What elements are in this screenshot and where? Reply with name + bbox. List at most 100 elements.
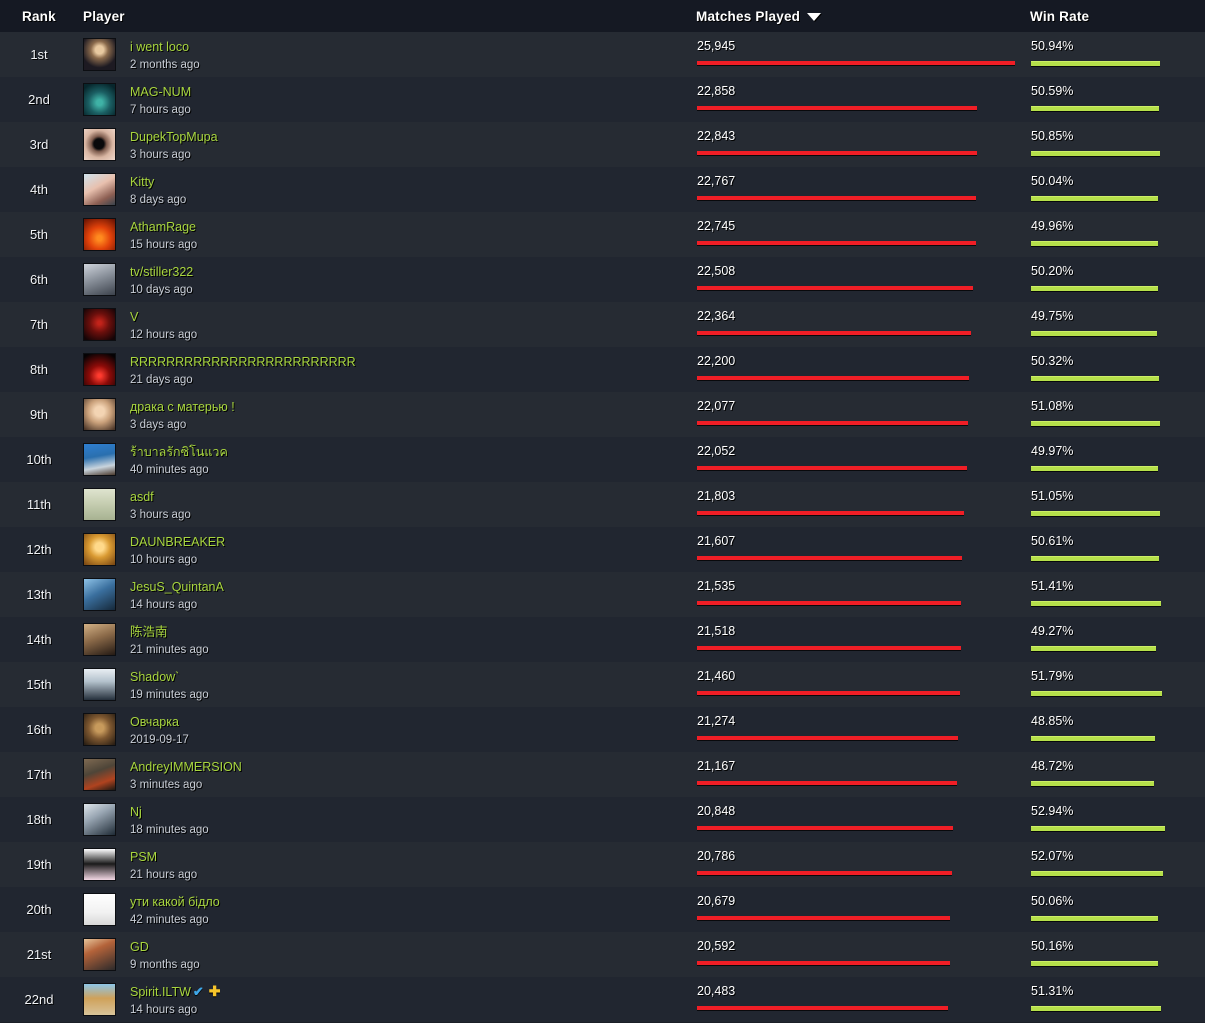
win-rate-value: 50.04% (1031, 174, 1074, 188)
player-name-link[interactable]: ร้าบาลรักซิโนแวค (130, 446, 228, 459)
player-name-link[interactable]: MAG-NUM (130, 86, 191, 99)
player-cell: V 12 hours ago (130, 309, 197, 342)
table-row[interactable]: 1st i went loco 2 months ago 25,945 50.94% (0, 32, 1205, 77)
avatar-draka[interactable] (83, 398, 116, 431)
player-name-link[interactable]: Овчарка (130, 716, 179, 729)
table-row[interactable]: 13th JesuS_QuintanA 14 hours ago 21,535 51.4… (0, 572, 1205, 617)
table-row[interactable]: 16th Овчарка 2019-09-17 21,274 48.85% (0, 707, 1205, 752)
player-name-link[interactable]: Kitty (130, 176, 154, 189)
table-row[interactable]: 4th Kitty 8 days ago 22,767 50.04% (0, 167, 1205, 212)
table-row[interactable]: 12th DAUNBREAKER 10 hours ago 21,607 50.61% (0, 527, 1205, 572)
table-row[interactable]: 5th AthamRage 15 hours ago 22,745 49.96% (0, 212, 1205, 257)
table-row[interactable]: 18th Nj 18 minutes ago 20,848 52.94% (0, 797, 1205, 842)
win-rate-bar-track (1031, 195, 1171, 201)
win-rate-cell: 50.06% (1031, 894, 1171, 921)
avatar-kitty[interactable] (83, 173, 116, 206)
matches-played-value: 21,274 (697, 714, 736, 728)
player-name-link[interactable]: tv/stiller322 (130, 266, 193, 279)
rank-cell: 1st (30, 47, 48, 62)
avatar-image (84, 219, 115, 250)
rank-cell: 7th (29, 317, 49, 332)
player-name-link[interactable]: JesuS_QuintanA (130, 581, 224, 594)
table-row[interactable]: 15th Shadow` 19 minutes ago 21,460 51.79% (0, 662, 1205, 707)
avatar-dupektopmupa[interactable] (83, 128, 116, 161)
table-row[interactable]: 9th драка с матерью ! 3 days ago 22,077 51.0… (0, 392, 1205, 437)
column-header-player[interactable]: Player (83, 9, 125, 24)
player-name-link[interactable]: DupekTopMupa (130, 131, 218, 144)
player-name-link[interactable]: AthamRage (130, 221, 196, 234)
table-row[interactable]: 2nd MAG-NUM 7 hours ago 22,858 50.59% (0, 77, 1205, 122)
rank-cell: 3rd (29, 137, 49, 152)
avatar-i-went-loco[interactable] (83, 38, 116, 71)
win-rate-value: 52.07% (1031, 849, 1074, 863)
table-row[interactable]: 22nd Spirit.ILTW ✔ ✚ 14 hours ago 20,483 51.31… (0, 977, 1205, 1022)
table-row[interactable]: 7th V 12 hours ago 22,364 49.75% (0, 302, 1205, 347)
last-seen-text: 15 hours ago (130, 239, 198, 251)
avatar-rrrr[interactable] (83, 353, 116, 386)
table-row[interactable]: 20th ути какой бідло 42 minutes ago 20,679 5… (0, 887, 1205, 932)
avatar-image (84, 264, 115, 295)
column-header-matches-played[interactable]: Matches Played (696, 9, 822, 24)
matches-played-bar (697, 645, 961, 650)
matches-played-bar (697, 870, 952, 875)
player-cell: ути какой бідло 42 minutes ago (130, 894, 221, 927)
win-rate-value: 51.08% (1031, 399, 1074, 413)
avatar-athamrage[interactable] (83, 218, 116, 251)
matches-played-bar-track (697, 1005, 1017, 1010)
avatar-chen-hao-nan[interactable] (83, 623, 116, 656)
avatar-ovcharka[interactable] (83, 713, 116, 746)
player-name-link[interactable]: PSM (130, 851, 157, 864)
table-row[interactable]: 21st GD 9 months ago 20,592 50.16% (0, 932, 1205, 977)
avatar-spirit-iltw[interactable] (83, 983, 116, 1016)
avatar-jesus-quintana[interactable] (83, 578, 116, 611)
player-name-link[interactable]: Shadow` (130, 671, 179, 684)
player-name-link[interactable]: Spirit.ILTW (130, 986, 191, 999)
avatar-uti-kakoy[interactable] (83, 893, 116, 926)
player-name-link[interactable]: RRRRRRRRRRRRRRRRRRRRRRRRR (130, 356, 356, 369)
avatar-tv-stiller322[interactable] (83, 263, 116, 296)
avatar-v[interactable] (83, 308, 116, 341)
player-name-line: asdf (130, 489, 191, 505)
player-name-link[interactable]: DAUNBREAKER (130, 536, 225, 549)
avatar-asdf[interactable] (83, 488, 116, 521)
avatar-andreyimmersion[interactable] (83, 758, 116, 791)
player-cell: Kitty 8 days ago (130, 174, 186, 207)
win-rate-bar-track (1031, 555, 1171, 561)
avatar-shadow[interactable] (83, 668, 116, 701)
table-row[interactable]: 10th ร้าบาลรักซิโนแวค 40 minutes ago 22,052… (0, 437, 1205, 482)
player-name-link[interactable]: V (130, 311, 138, 324)
avatar-image (84, 804, 115, 835)
last-seen-text: 12 hours ago (130, 329, 198, 341)
table-row[interactable]: 17th AndreyIMMERSION 3 minutes ago 21,167 48… (0, 752, 1205, 797)
player-name-link[interactable]: i went loco (130, 41, 189, 54)
player-name-link[interactable]: драка с матерью ! (130, 401, 235, 414)
avatar-mag-num[interactable] (83, 83, 116, 116)
matches-played-bar-track (697, 330, 1017, 335)
player-name-link[interactable]: asdf (130, 491, 154, 504)
avatar-thai-player[interactable] (83, 443, 116, 476)
matches-played-bar-track (697, 510, 1017, 515)
player-name-link[interactable]: ути какой бідло (130, 896, 220, 909)
matches-played-value: 21,535 (697, 579, 736, 593)
column-header-win-rate[interactable]: Win Rate (1030, 9, 1089, 24)
player-name-link[interactable]: Nj (130, 806, 142, 819)
table-row[interactable]: 19th PSM 21 hours ago 20,786 52.07% (0, 842, 1205, 887)
win-rate-cell: 49.75% (1031, 310, 1171, 336)
avatar-gd[interactable] (83, 938, 116, 971)
table-row[interactable]: 8th RRRRRRRRRRRRRRRRRRRRRRRRR 21 days ago 2… (0, 347, 1205, 392)
matches-played-cell: 21,803 (697, 490, 1017, 515)
avatar-nj[interactable] (83, 803, 116, 836)
table-row[interactable]: 14th 陈浩南 21 minutes ago 21,518 49.27% (0, 617, 1205, 662)
avatar-psm[interactable] (83, 848, 116, 881)
player-name-link[interactable]: GD (130, 941, 149, 954)
win-rate-value: 50.06% (1031, 894, 1074, 908)
player-name-link[interactable]: 陈浩南 (130, 626, 168, 639)
avatar-daunbreaker[interactable] (83, 533, 116, 566)
last-seen-text: 3 minutes ago (130, 779, 203, 791)
table-row[interactable]: 6th tv/stiller322 10 days ago 22,508 50.20% (0, 257, 1205, 302)
table-row[interactable]: 3rd DupekTopMupa 3 hours ago 22,843 50.85% (0, 122, 1205, 167)
avatar-image (84, 39, 115, 70)
table-row[interactable]: 11th asdf 3 hours ago 21,803 51.05% (0, 482, 1205, 527)
column-header-rank[interactable]: Rank (22, 9, 56, 24)
player-name-link[interactable]: AndreyIMMERSION (130, 761, 242, 774)
